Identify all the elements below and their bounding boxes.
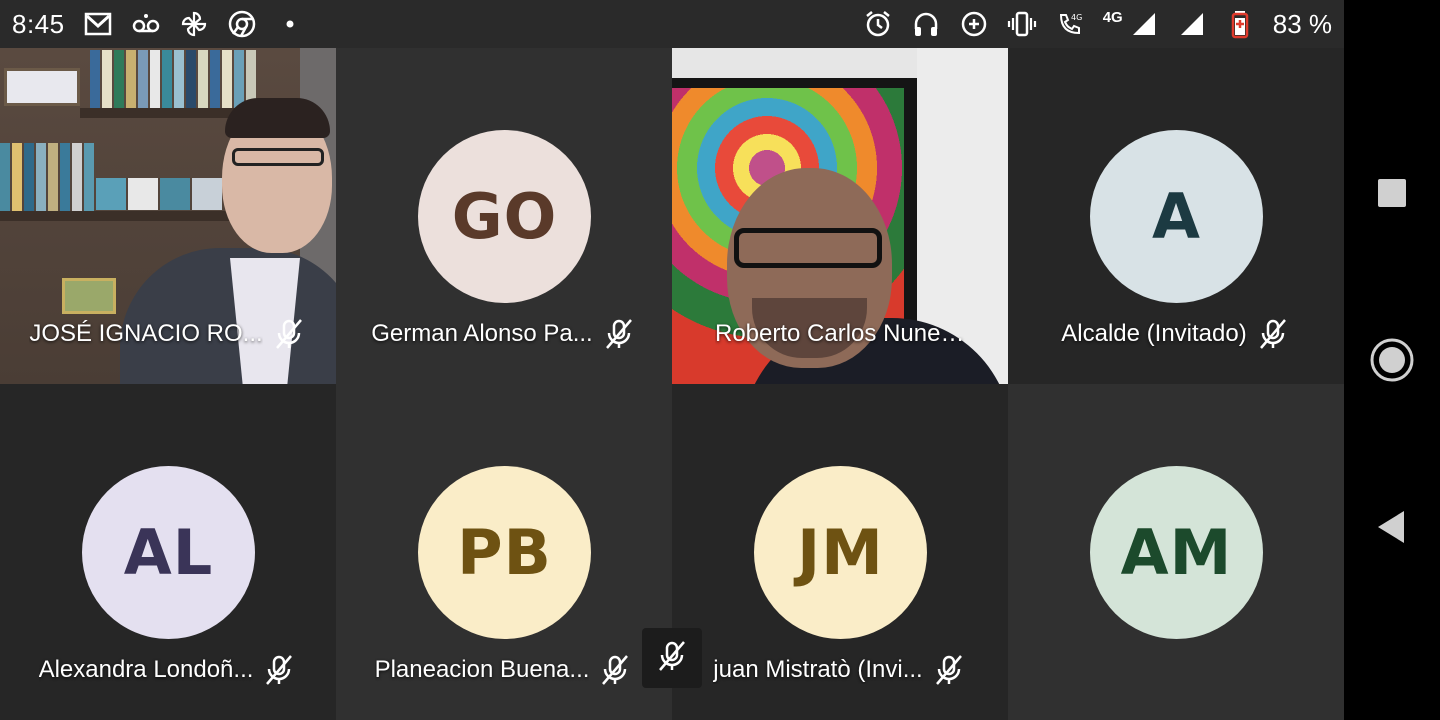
status-time: 8:45 (12, 8, 65, 39)
participant-avatar: GO (418, 130, 591, 303)
data-saver-icon (959, 9, 989, 39)
participant-tile[interactable]: GO German Alonso Pa... (336, 48, 672, 384)
avatar-initials: GO (451, 180, 558, 253)
participant-tile[interactable]: JM juan Mistratò (Invi... (672, 384, 1008, 720)
home-circle-icon (1370, 338, 1414, 382)
status-right: 4G 4G 83 % (863, 9, 1332, 40)
participant-tile[interactable]: Roberto Carlos Nunez ... (672, 48, 1008, 384)
participant-footer: German Alonso Pa... (336, 314, 672, 354)
participant-name: Alexandra Londoñ... (38, 656, 254, 683)
participant-avatar: A (1090, 130, 1263, 303)
signal-icon (1177, 9, 1207, 39)
volte-label: 4G (1071, 13, 1082, 22)
network-label: 4G (1102, 8, 1123, 26)
participant-name: German Alonso Pa... (371, 320, 593, 347)
participant-tile[interactable]: A Alcalde (Invitado) (1008, 48, 1344, 384)
avatar-initials: AL (123, 516, 214, 589)
mic-muted-icon (271, 316, 307, 352)
recents-button[interactable] (1368, 169, 1416, 217)
participant-avatar: AM (1090, 466, 1263, 639)
status-left: 8:45 (12, 9, 305, 40)
avatar-initials: PB (457, 516, 552, 589)
participant-footer: Planeacion Buena... (336, 650, 672, 690)
participant-name: Planeacion Buena... (374, 656, 590, 683)
mic-muted-icon (1255, 316, 1291, 352)
participant-name: juan Mistratò (Invi... (713, 656, 923, 683)
alarm-icon (863, 9, 893, 39)
participant-footer: juan Mistratò (Invi... (672, 650, 1008, 690)
chrome-icon (227, 9, 257, 39)
pinwheel-icon (179, 9, 209, 39)
participant-name: Alcalde (Invitado) (1061, 320, 1247, 347)
recents-square-icon (1378, 179, 1406, 208)
mic-muted-icon (931, 652, 967, 688)
participant-footer: JOSÉ IGNACIO RO... (0, 314, 336, 354)
back-triangle-icon (1378, 510, 1404, 543)
participant-footer: Alcalde (Invitado) (1008, 314, 1344, 354)
avatar-initials: AM (1120, 516, 1233, 589)
participant-tile[interactable]: JOSÉ IGNACIO RO... (0, 48, 336, 384)
gmail-icon (83, 9, 113, 39)
participant-name: Roberto Carlos Nunez ... (715, 320, 965, 347)
participant-grid: JOSÉ IGNACIO RO... GO German Alonso Pa..… (0, 48, 1344, 720)
participant-tile[interactable]: PB Planeacion Buena... (336, 384, 672, 720)
mic-muted-icon (601, 316, 637, 352)
home-button[interactable] (1368, 336, 1416, 384)
participant-footer: Roberto Carlos Nunez ... (672, 314, 1008, 354)
navigation-bar (1344, 0, 1440, 720)
signal-4g-icon (1129, 9, 1159, 39)
participant-footer: Alexandra Londoñ... (0, 650, 336, 690)
mic-muted-icon (597, 652, 633, 688)
participant-avatar: AL (82, 466, 255, 639)
mic-toggle-button[interactable] (642, 628, 702, 688)
participant-name: JOSÉ IGNACIO RO... (29, 320, 263, 347)
mic-muted-icon (261, 652, 297, 688)
back-button[interactable] (1368, 503, 1416, 551)
participant-tile[interactable]: AM (1008, 384, 1344, 720)
notification-dot-icon (275, 9, 305, 39)
battery-icon (1225, 9, 1255, 39)
participant-avatar: JM (754, 466, 927, 639)
avatar-initials: JM (797, 516, 884, 589)
headphones-icon (911, 9, 941, 39)
voicemail-icon (131, 9, 161, 39)
mic-muted-icon (654, 638, 690, 679)
battery-percent: 83 % (1272, 8, 1332, 39)
vibrate-icon (1007, 9, 1037, 39)
participant-avatar: PB (418, 466, 591, 639)
status-bar: 8:45 4G 4G 83 % (0, 0, 1344, 48)
participant-tile[interactable]: AL Alexandra Londoñ... (0, 384, 336, 720)
avatar-initials: A (1152, 180, 1201, 253)
volte-call-icon: 4G (1055, 9, 1085, 39)
